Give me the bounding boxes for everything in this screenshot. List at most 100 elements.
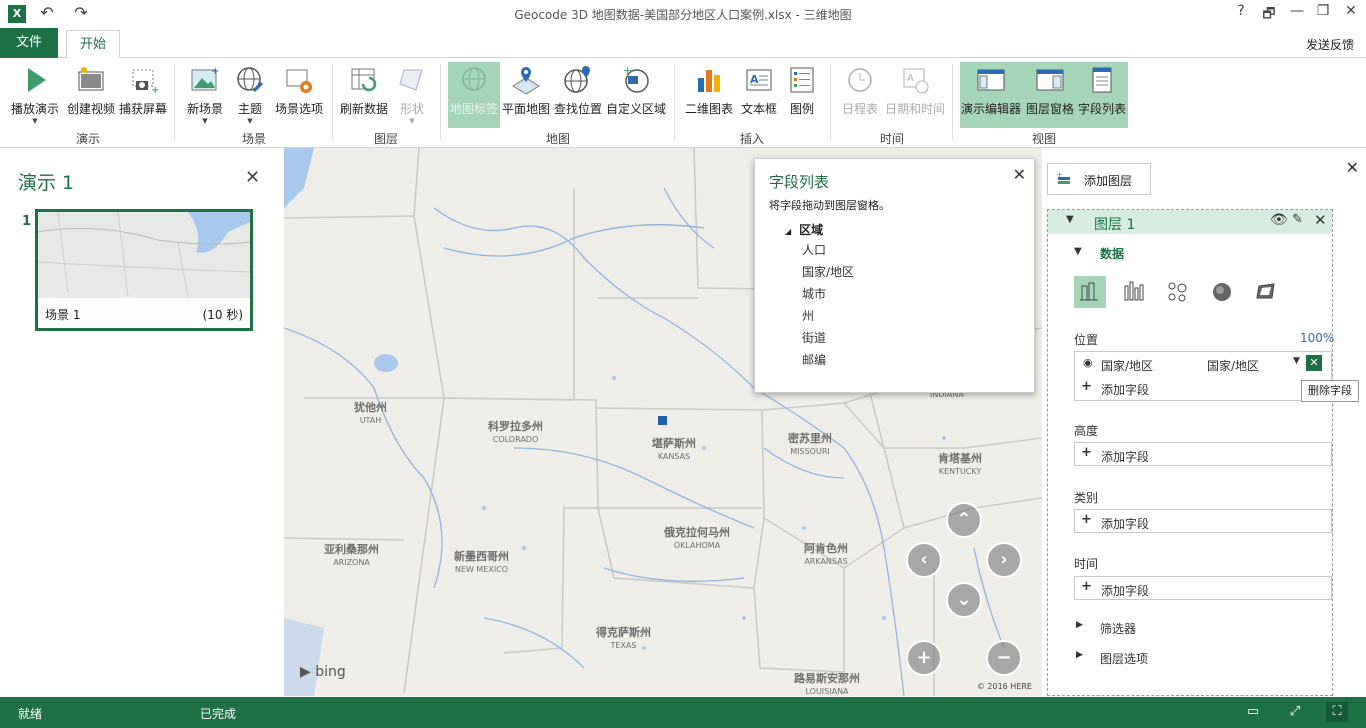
legend-button[interactable]: 图例 xyxy=(782,62,822,128)
field-item[interactable]: 州 xyxy=(802,307,814,324)
field-item[interactable]: 街道 xyxy=(802,329,826,346)
stacked-column-icon xyxy=(1080,282,1098,301)
text-box-button[interactable]: A 文本框 xyxy=(738,62,780,128)
data-section-title: 数据 xyxy=(1100,247,1125,261)
data-point-marker[interactable] xyxy=(658,416,667,425)
pencil-icon[interactable]: ✎ xyxy=(1292,212,1303,227)
restore-down-icon[interactable]: 🗗 xyxy=(1256,3,1282,27)
rotate-right-button[interactable]: › xyxy=(986,542,1022,578)
legend-icon xyxy=(790,67,814,93)
find-location-button[interactable]: 查找位置 xyxy=(552,62,604,128)
height-field-box[interactable]: + 添加字段 xyxy=(1074,442,1332,466)
rotate-left-button[interactable]: ‹ xyxy=(906,542,942,578)
eye-icon[interactable]: 👁 xyxy=(1270,212,1288,228)
add-field-location[interactable]: 添加字段 xyxy=(1101,381,1149,398)
find-location-icon xyxy=(564,66,590,93)
time-field-box[interactable]: + 添加字段 xyxy=(1074,576,1332,600)
date-time-button[interactable]: A 日期和时间 xyxy=(884,62,946,128)
field-list-button[interactable]: 字段列表 xyxy=(1076,62,1128,128)
flat-map-button[interactable]: 平面地图 xyxy=(502,62,550,128)
field-item[interactable]: 国家/地区 xyxy=(802,263,854,280)
close-window-button[interactable]: ✕ xyxy=(1338,3,1364,19)
category-field-box[interactable]: + 添加字段 xyxy=(1074,509,1332,533)
data-section-toggle-icon[interactable]: ▼ xyxy=(1074,246,1082,257)
scene-name: 场景 1 xyxy=(45,308,81,322)
plus-icon: + xyxy=(1081,379,1092,394)
custom-regions-button[interactable]: + 自定义区域 xyxy=(606,62,666,128)
heat-map-viz-icon[interactable] xyxy=(1206,276,1238,308)
tab-home[interactable]: 开始 xyxy=(66,30,120,59)
svg-text:+: + xyxy=(211,66,219,77)
timeline-button[interactable]: 日程表 xyxy=(838,62,882,128)
clustered-column-viz-icon[interactable] xyxy=(1118,276,1150,308)
region-viz-icon[interactable] xyxy=(1250,276,1282,308)
delete-field-icon[interactable]: ✕ xyxy=(1306,355,1322,371)
map-label-arkansas: 阿肯色州 ARKANSAS xyxy=(804,542,848,566)
title-bar: X ↶ ↷ Geocode 3D 地图数据-美国部分地区人口案例.xlsx - … xyxy=(0,0,1366,28)
add-layer-button[interactable]: + 添加图层 xyxy=(1047,163,1151,195)
layer-pane-button[interactable]: 图层窗格 xyxy=(1024,62,1076,128)
svg-text:+: + xyxy=(1056,171,1063,179)
scene-caption: 场景 1 (10 秒) xyxy=(38,298,250,328)
ribbon-tabs: 文件 开始 发送反馈 xyxy=(0,28,1366,59)
location-type-select[interactable]: 国家/地区 xyxy=(1207,357,1259,374)
field-item[interactable]: 人口 xyxy=(802,241,826,258)
scene-thumbnail[interactable]: 场景 1 (10 秒) xyxy=(35,209,253,331)
help-button[interactable]: ? xyxy=(1228,3,1254,19)
minimize-button[interactable]: — xyxy=(1284,3,1310,19)
globe-labels-icon xyxy=(462,67,486,91)
collapse-triangle-icon[interactable]: ▼ xyxy=(1066,214,1074,225)
filters-section[interactable]: 筛选器 xyxy=(1100,620,1136,637)
field-group-region[interactable]: ◢ 区域 xyxy=(785,221,823,238)
group-label-layer: 图层 xyxy=(373,132,398,146)
layer-header[interactable]: ▼ 图层 1 👁 ✎ ✕ xyxy=(1048,210,1332,234)
radio-selected-icon[interactable]: ◉ xyxy=(1083,356,1093,369)
chart-2d-button[interactable]: 二维图表 xyxy=(682,62,736,128)
send-feedback-button[interactable]: 发送反馈 xyxy=(1306,36,1354,53)
layer-name[interactable]: 图层 1 xyxy=(1094,214,1135,234)
tour-editor-button[interactable]: 演示编辑器 xyxy=(960,62,1022,128)
close-layer-pane-button[interactable]: ✕ xyxy=(1346,158,1359,177)
layer-pane-icon xyxy=(1036,69,1064,91)
play-icon xyxy=(28,68,46,92)
tilt-down-button[interactable]: ⌄ xyxy=(946,582,982,618)
maximize-button[interactable]: ❐ xyxy=(1310,3,1336,19)
bubble-viz-icon[interactable] xyxy=(1162,276,1194,308)
theme-button[interactable]: 主题 ▼ xyxy=(230,62,270,128)
fit-view-icon[interactable]: ⤢ xyxy=(1284,702,1306,722)
capture-screen-button[interactable]: + 捕获屏幕 xyxy=(116,62,170,128)
group-label-map: 地图 xyxy=(545,132,570,146)
close-tour-panel-button[interactable]: ✕ xyxy=(245,167,260,188)
shapes-button[interactable]: 形状 ▼ xyxy=(392,62,432,128)
map-labels-button[interactable]: 地图标签 xyxy=(448,62,500,128)
create-video-button[interactable]: 创建视频 xyxy=(64,62,118,128)
ribbon-separator xyxy=(332,64,333,140)
location-percent: 100% xyxy=(1300,331,1335,345)
field-list-title: 字段列表 xyxy=(769,173,830,191)
field-item[interactable]: 邮编 xyxy=(802,351,826,368)
text-box-icon: A xyxy=(746,69,772,91)
delete-layer-icon[interactable]: ✕ xyxy=(1314,211,1327,229)
zoom-in-button[interactable]: + xyxy=(906,640,942,676)
close-field-list-button[interactable]: ✕ xyxy=(1013,165,1026,184)
layer-options-section[interactable]: 图层选项 xyxy=(1100,650,1148,667)
collapse-triangle-icon: ◢ xyxy=(785,227,792,236)
layer-card: ▼ 图层 1 👁 ✎ ✕ ▼ 数据 位置 100% ◉ 国家/地区 国家/地区 … xyxy=(1047,209,1335,696)
refresh-data-button[interactable]: 刷新数据 xyxy=(338,62,390,128)
zoom-out-button[interactable]: − xyxy=(986,640,1022,676)
scene-options-button[interactable]: 场景选项 xyxy=(272,62,326,128)
screenshot-icon[interactable]: ▭ xyxy=(1242,702,1264,722)
full-screen-icon[interactable]: ⛶ xyxy=(1326,702,1348,722)
stacked-column-viz-button[interactable] xyxy=(1074,276,1106,308)
field-item[interactable]: 城市 xyxy=(802,285,826,302)
chevron-down-icon[interactable]: ▼ xyxy=(1293,356,1300,366)
expand-triangle-icon[interactable]: ▶ xyxy=(1076,650,1083,660)
new-scene-button[interactable]: + 新场景 ▼ xyxy=(182,62,228,128)
expand-triangle-icon[interactable]: ▶ xyxy=(1076,620,1083,630)
tab-file[interactable]: 文件 xyxy=(0,28,58,58)
status-done: 已完成 xyxy=(200,707,237,721)
location-field-name[interactable]: 国家/地区 xyxy=(1101,357,1153,374)
tilt-up-button[interactable]: ⌃ xyxy=(946,502,982,538)
field-list-popup: 字段列表 ✕ 将字段拖动到图层窗格。 ◢ 区域 人口 国家/地区 城市 州 街道 … xyxy=(754,158,1035,393)
play-tour-button[interactable]: 播放演示 ▼ xyxy=(8,62,62,128)
